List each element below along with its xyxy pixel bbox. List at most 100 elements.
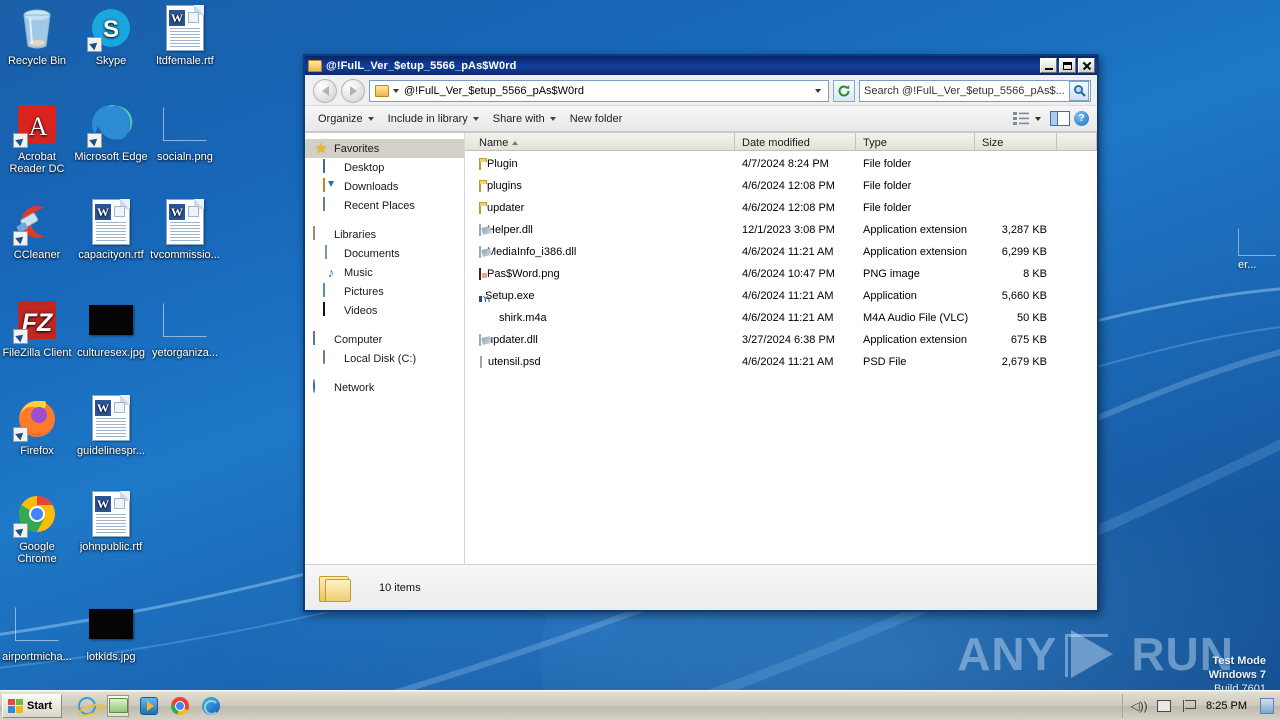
desktop-icon-microsoft-edge[interactable]: Microsoft Edge [74,100,148,163]
shortcut-overlay-icon [87,37,102,52]
search-input[interactable]: Search @!FulL_Ver_$etup_5566_pAs$... [859,79,1091,102]
table-row[interactable]: Plugin 4/7/2024 8:24 PM File folder [465,153,1097,175]
show-desktop-button[interactable] [1260,697,1274,714]
new-folder-button[interactable]: New folder [563,110,630,128]
sidebar-item-videos[interactable]: Videos [305,301,464,320]
sidebar-item-label: Network [334,381,375,394]
sidebar-item-computer[interactable]: Computer [305,330,464,349]
table-row[interactable]: Pas$Word.png 4/6/2024 10:47 PM PNG image 8 … [465,263,1097,285]
shortcut-overlay-icon [13,329,28,344]
file-name-cell[interactable]: plugins [465,180,735,192]
file-name-text: Helper.dll [487,224,533,236]
taskbar-item-internet-explorer[interactable] [76,695,98,717]
desktop-icon-yetorganiza[interactable]: yetorganiza... [148,296,222,359]
table-row[interactable]: updater.dll 3/27/2024 6:38 PM Application … [465,329,1097,351]
organize-button[interactable]: Organize [311,110,381,128]
sidebar-item-desktop[interactable]: Desktop [305,158,464,177]
file-name-cell[interactable]: utensil.psd [465,356,735,368]
table-row[interactable]: plugins 4/6/2024 12:08 PM File folder [465,175,1097,197]
help-icon[interactable]: ? [1074,111,1089,126]
chevron-down-icon [367,116,374,121]
sidebar-item-libraries[interactable]: Libraries [305,225,464,244]
desktop-icon-airportmicha[interactable]: airportmicha... [0,600,74,663]
chevron-down-icon[interactable] [393,88,399,93]
desktop-icon-culturesex-jpg[interactable]: culturesex.jpg [74,296,148,359]
file-date-cell: 4/6/2024 11:21 AM [735,312,856,324]
file-name-cell[interactable]: updater [465,202,735,214]
window-body: ★ Favorites Desktop Downloads Recent Pla… [305,132,1097,564]
desktop-icon-ltdfemale-rtf[interactable]: W ltdfemale.rtf [148,4,222,67]
back-button[interactable] [313,78,337,103]
chevron-down-icon[interactable] [1035,116,1041,121]
file-name-cell[interactable]: Pas$Word.png [465,268,735,280]
column-header-size[interactable]: Size [975,133,1057,150]
table-row[interactable]: utensil.psd 4/6/2024 11:21 AM PSD File 2,67… [465,351,1097,373]
black-thumbnail-icon [87,296,135,344]
column-header-date-modified[interactable]: Date modified [735,133,856,150]
desktop-icon-acrobat-reader-dc[interactable]: A Acrobat Reader DC [0,100,74,175]
sidebar-item-pictures[interactable]: Pictures [305,282,464,301]
share-with-button[interactable]: Share with [486,110,563,128]
desktop-icon-clipped-right[interactable]: er... [1238,228,1280,271]
desktop-icon-recycle-bin[interactable]: Recycle Bin [0,4,74,67]
desktop-icon-socialn-png[interactable]: socialn.png [148,100,222,163]
search-button[interactable] [1069,80,1089,101]
taskbar-item-google-chrome[interactable] [169,695,191,717]
search-placeholder-text: Search @!FulL_Ver_$etup_5566_pAs$... [864,84,1065,97]
table-row[interactable]: MediaInfo_i386.dll 4/6/2024 11:21 AM Appli… [465,241,1097,263]
desktop-icon-tvcommissio-rtf[interactable]: W tvcommissio... [148,198,222,261]
desktop-icon-johnpublic-rtf[interactable]: W johnpublic.rtf [74,490,148,553]
window-title-bar[interactable]: @!FulL_Ver_$etup_5566_pAs$W0rd [305,56,1097,75]
close-button[interactable] [1078,58,1095,73]
change-view-button[interactable] [1012,111,1030,127]
folder-icon [479,158,481,170]
action-center-flag-icon[interactable] [1181,699,1197,713]
file-name-cell[interactable]: updater.dll [465,334,735,346]
taskbar-item-windows-media-player[interactable] [138,695,160,717]
file-name-cell[interactable]: Plugin [465,158,735,170]
column-header-type[interactable]: Type [856,133,975,150]
desktop-icon-capacityon-rtf[interactable]: W capacityon.rtf [74,198,148,261]
address-dropdown-button[interactable] [811,88,825,93]
network-icon[interactable] [1156,699,1172,713]
file-name-cell[interactable]: Setup.exe [465,290,735,302]
sidebar-item-documents[interactable]: Documents [305,244,464,263]
file-name-text: MediaInfo_i386.dll [487,246,577,258]
desktop-icon-google-chrome[interactable]: Google Chrome [0,490,74,565]
address-bar[interactable]: @!FulL_Ver_$etup_5566_pAs$W0rd [369,79,829,102]
desktop-icon-ccleaner[interactable]: CCleaner [0,198,74,261]
refresh-button[interactable] [833,79,855,102]
sidebar-item-network[interactable]: Network [305,378,464,397]
preview-pane-button[interactable] [1050,111,1070,126]
desktop-icon-label: tvcommissio... [150,249,220,261]
desktop-icon-skype[interactable]: S Skype [74,4,148,67]
desktop-icon-guidelinespr-rtf[interactable]: W guidelinespr... [74,394,148,457]
maximize-button[interactable] [1059,58,1076,73]
taskbar-item-microsoft-edge[interactable] [200,695,222,717]
sidebar-item-recent-places[interactable]: Recent Places [305,196,464,215]
start-button[interactable]: Start [2,693,63,718]
file-name-cell[interactable]: shirk.m4a [465,312,735,324]
clock[interactable]: 8:25 PM [1206,700,1247,712]
desktop-icon-lotkids-jpg[interactable]: lotkids.jpg [74,600,148,663]
file-name-cell[interactable]: MediaInfo_i386.dll [465,246,735,258]
column-header-name[interactable]: Name [465,133,735,150]
desktop-icon-firefox[interactable]: Firefox [0,394,74,457]
shortcut-overlay-icon [13,523,28,538]
desktop-icon-filezilla-client[interactable]: FZ FileZilla Client [0,296,74,359]
include-in-library-button[interactable]: Include in library [381,110,486,128]
table-row[interactable]: Helper.dll 12/1/2023 3:08 PM Application e… [465,219,1097,241]
forward-button[interactable] [341,78,365,103]
file-size-cell: 6,299 KB [975,246,1057,258]
file-name-cell[interactable]: Helper.dll [465,224,735,236]
minimize-button[interactable] [1040,58,1057,73]
sidebar-item-favorites[interactable]: ★ Favorites [305,139,464,158]
taskbar-item-windows-explorer[interactable] [107,694,130,717]
sidebar-item-downloads[interactable]: Downloads [305,177,464,196]
table-row[interactable]: shirk.m4a 4/6/2024 11:21 AM M4A Audio File… [465,307,1097,329]
sidebar-item-local-disk-c[interactable]: Local Disk (C:) [305,349,464,368]
sidebar-item-music[interactable]: ♪ Music [305,263,464,282]
table-row[interactable]: Setup.exe 4/6/2024 11:21 AM Application 5,6… [465,285,1097,307]
volume-icon[interactable]: ◁)) [1130,699,1147,713]
table-row[interactable]: updater 4/6/2024 12:08 PM File folder [465,197,1097,219]
